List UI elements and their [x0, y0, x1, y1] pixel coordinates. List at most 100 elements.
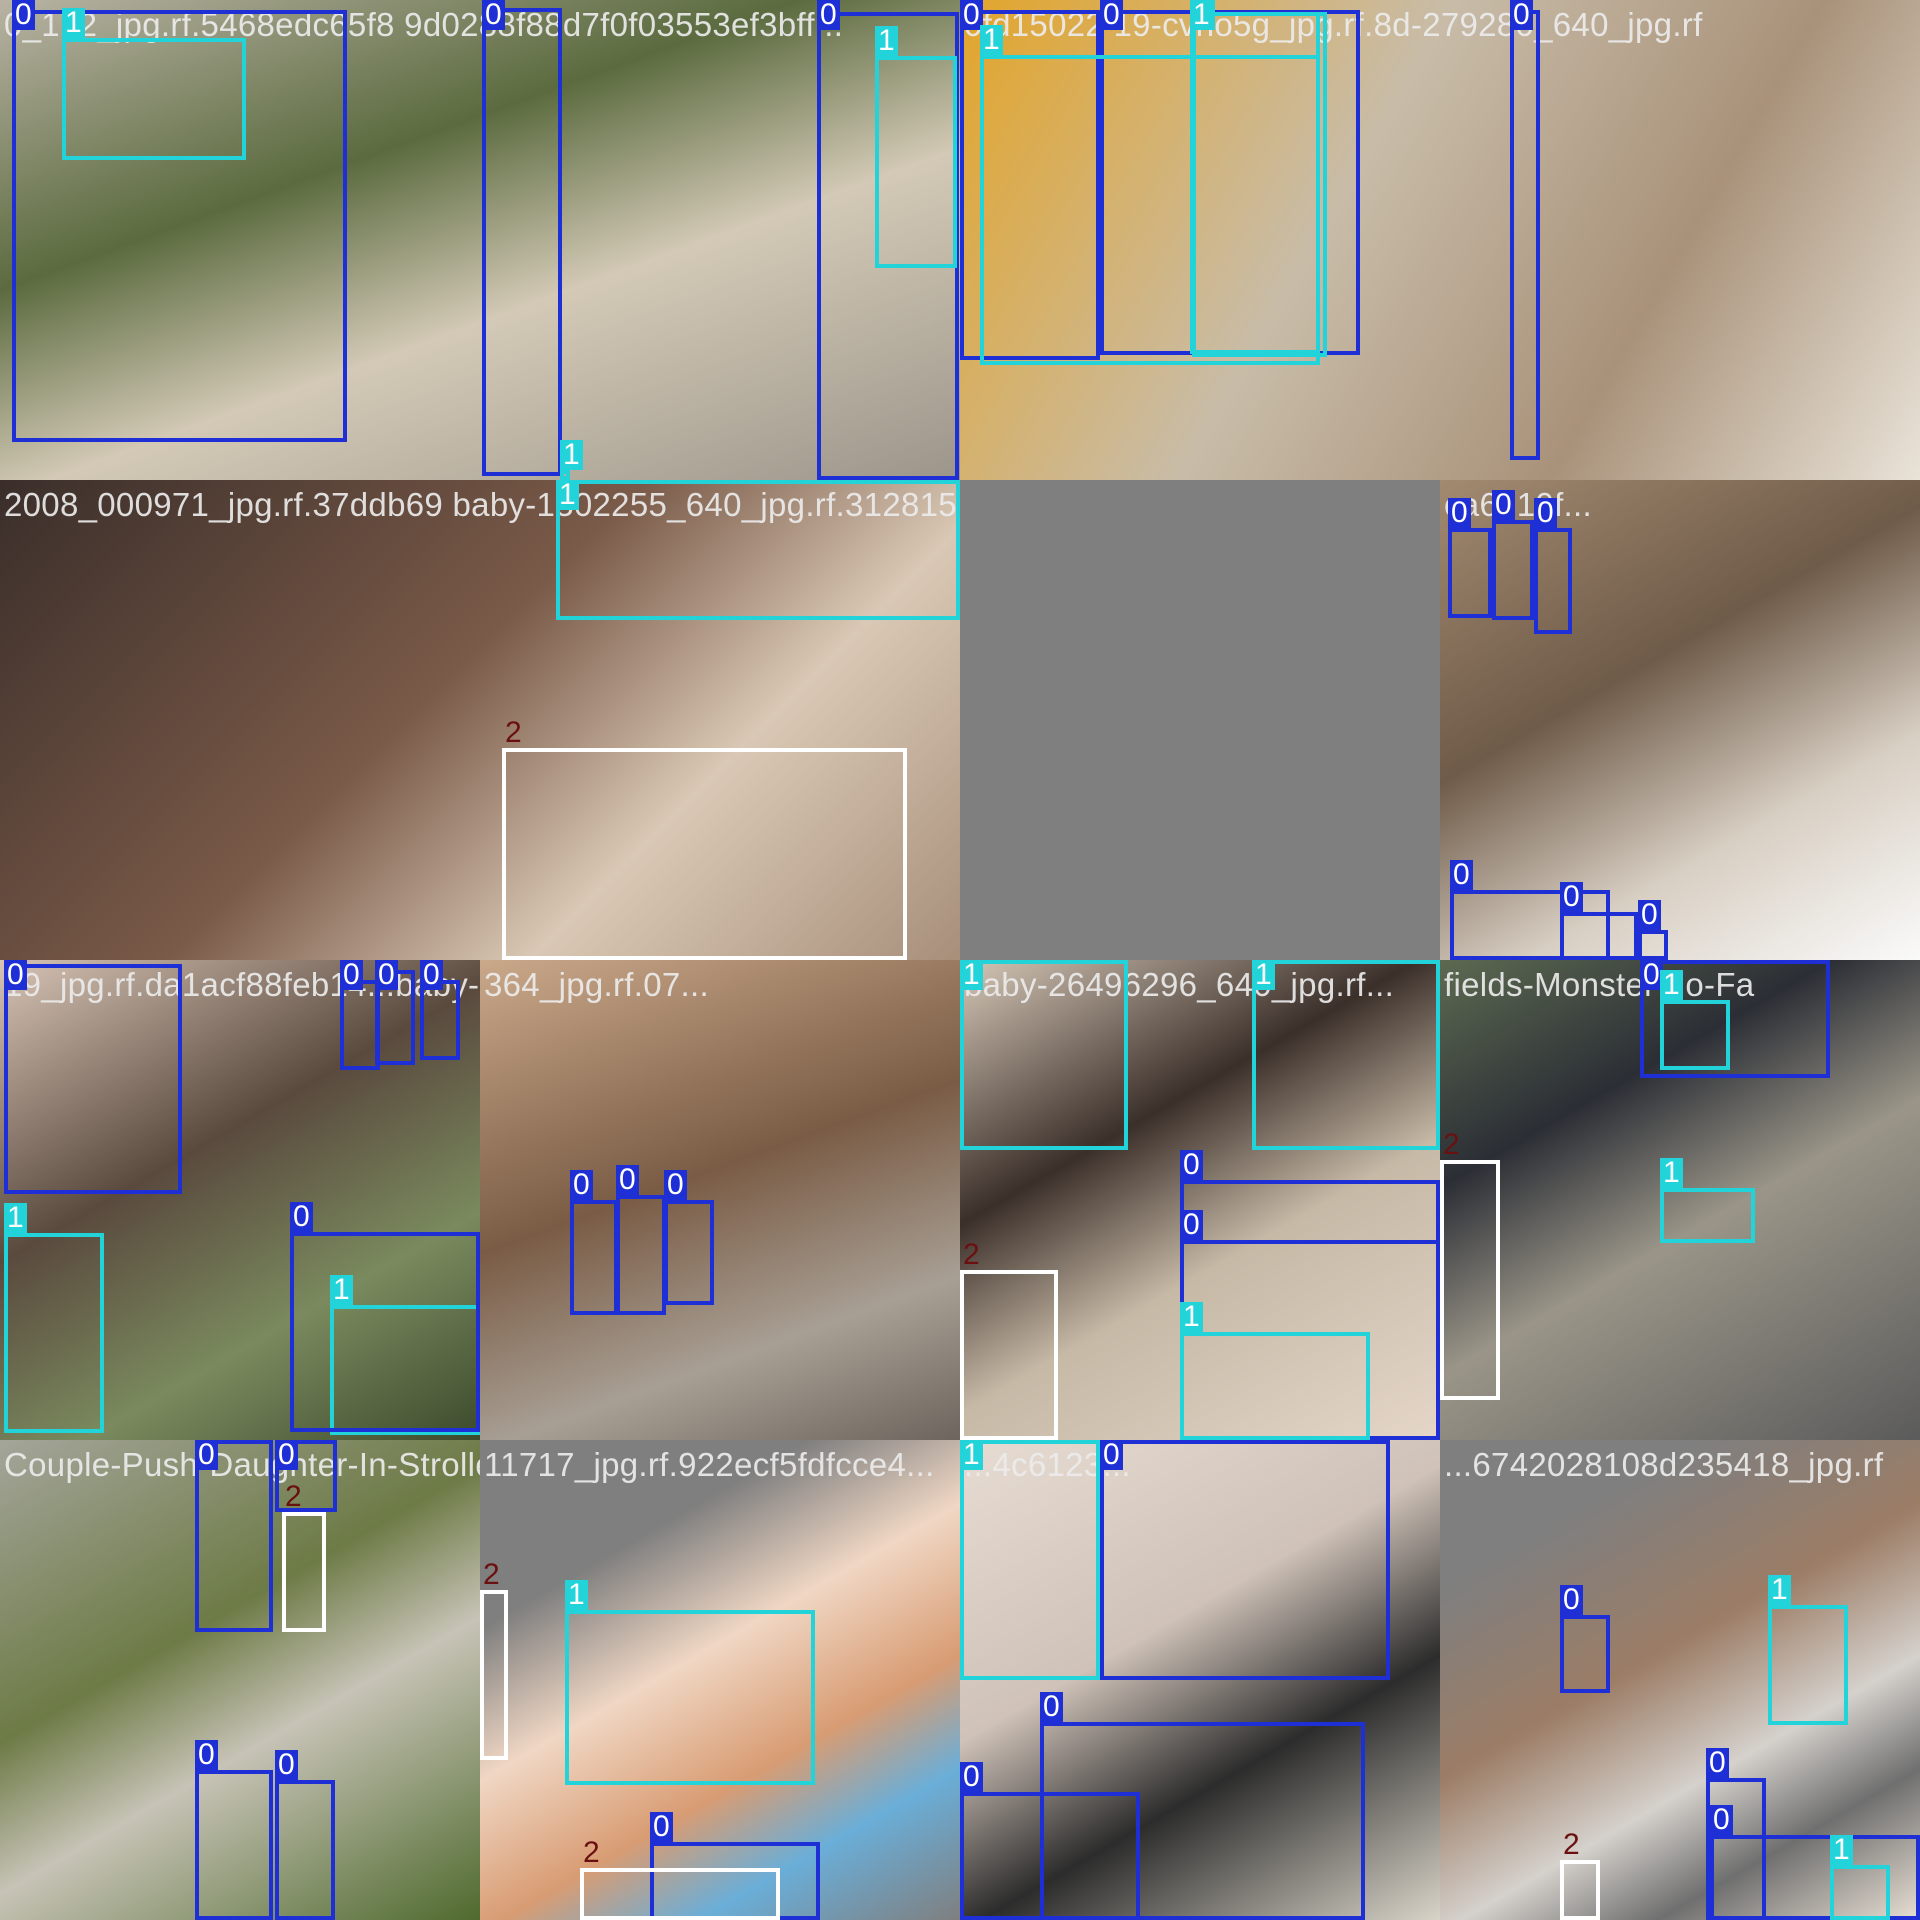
- class-label: 0: [1534, 498, 1557, 528]
- bounding-box: [1448, 528, 1492, 618]
- bounding-box: [62, 38, 246, 160]
- class-label: 1: [4, 1203, 27, 1233]
- mosaic-tile: 19_jpg.rf.da1acf88feb14...baby-2204157..…: [0, 960, 480, 1440]
- class-label: 1: [960, 960, 983, 990]
- bounding-box: [1492, 520, 1534, 620]
- class-label: 0: [375, 960, 398, 990]
- tile-filename: 11717_jpg.rf.922ecf5fdfcce4...: [484, 1446, 935, 1483]
- class-label: 2: [483, 1558, 500, 1591]
- class-label: 1: [62, 8, 85, 38]
- bounding-box: [960, 1440, 1100, 1680]
- bounding-box: [1560, 1615, 1610, 1693]
- mosaic-tile: baby-26496296_640_jpg.rf... 1102201: [960, 960, 1440, 1440]
- bounding-box: [1638, 930, 1668, 960]
- class-label: 0: [1040, 1692, 1063, 1722]
- class-label: 2: [963, 1238, 980, 1271]
- class-label: 0: [1492, 490, 1515, 520]
- bounding-box: [1534, 528, 1572, 634]
- class-label: 2: [505, 716, 522, 749]
- class-label: 0: [1560, 1585, 1583, 1615]
- bounding-box: [1830, 1865, 1890, 1920]
- bounding-box: [290, 1232, 480, 1432]
- tile-image: [480, 960, 960, 1440]
- bounding-box: [282, 1512, 326, 1632]
- mosaic-tile: ca6e10f... 000000: [1440, 480, 1920, 960]
- class-label: 1: [1252, 960, 1275, 990]
- class-label: 2: [1443, 1128, 1460, 1161]
- bounding-box: [875, 56, 957, 268]
- bounding-box: [1660, 1188, 1755, 1243]
- class-label: 0: [1638, 900, 1661, 930]
- class-label: 0: [1180, 1210, 1203, 1240]
- bounding-box: [580, 1868, 780, 1920]
- class-label: 0: [195, 1740, 218, 1770]
- class-label: 2: [1563, 1828, 1580, 1861]
- class-label: 0: [482, 0, 505, 30]
- mosaic-grid: 0_172_jpg.rf.5468edc65f8 9d0288f88d7f0f0…: [0, 0, 1920, 1920]
- mosaic-tile: 2008_000971_jpg.rf.37ddb69 baby-1302255_…: [0, 480, 960, 960]
- bounding-box: [1560, 912, 1638, 960]
- mosaic-tile: Couple-Push-Daughter-In-Stroller-Along-T…: [0, 1440, 480, 1920]
- mosaic-tile: 0fd15022 19-cvno5g_jpg.rf.8d-279280_640_…: [960, 0, 1920, 480]
- bounding-box: [1180, 1332, 1370, 1440]
- bounding-box: [195, 1770, 273, 1920]
- class-label: 1: [1768, 1575, 1791, 1605]
- class-label: 0: [650, 1812, 673, 1842]
- class-label: 1: [1830, 1835, 1853, 1865]
- mosaic-tile: ...4c6123... 1000: [960, 1440, 1440, 1920]
- class-label: 0: [195, 1440, 218, 1470]
- class-label: 0: [420, 960, 443, 990]
- class-label: 0: [275, 1750, 298, 1780]
- class-label: 0: [817, 0, 840, 30]
- class-label: 0: [275, 1440, 298, 1470]
- class-label: 0: [340, 960, 363, 990]
- mosaic-tile: 11717_jpg.rf.922ecf5fdfcce4... 2 1 0 2: [480, 1440, 960, 1920]
- bounding-box: [560, 470, 570, 480]
- class-label: 0: [1706, 1748, 1729, 1778]
- bounding-box: [960, 1792, 1140, 1920]
- class-label: 1: [1190, 0, 1213, 30]
- bounding-box: [960, 1270, 1058, 1440]
- bounding-box: [1510, 10, 1540, 460]
- bounding-box: [1768, 1605, 1848, 1725]
- class-label: 0: [1510, 0, 1533, 30]
- class-label: 0: [1100, 1440, 1123, 1470]
- tile-filename: 364_jpg.rf.07...: [484, 966, 709, 1003]
- mosaic-tile: fields-Monster-do-Fa 0121: [1440, 960, 1920, 1440]
- class-label: 0: [616, 1165, 639, 1195]
- class-label: 1: [1180, 1302, 1203, 1332]
- bounding-box: [570, 1200, 618, 1315]
- class-label: 1: [980, 25, 1003, 55]
- class-label: 0: [1448, 498, 1471, 528]
- mosaic-tile: 364_jpg.rf.07... 000: [480, 960, 960, 1440]
- class-label: 2: [285, 1480, 302, 1513]
- bounding-box: [275, 1780, 335, 1920]
- class-label: 0: [290, 1202, 313, 1232]
- class-label: 1: [556, 480, 579, 510]
- class-label: 0: [4, 960, 27, 990]
- bounding-box: [556, 480, 960, 620]
- class-label: 0: [1180, 1150, 1203, 1180]
- bounding-box: [616, 1195, 666, 1315]
- bounding-box: [4, 1233, 104, 1433]
- class-label: 1: [875, 26, 898, 56]
- class-label: 0: [1100, 0, 1123, 30]
- class-label: 2: [583, 1836, 600, 1869]
- class-label: 1: [560, 440, 583, 470]
- class-label: 0: [12, 0, 35, 30]
- mosaic-tile: ...6742028108d235418_jpg.rf 0 1 0 2 0 1: [1440, 1440, 1920, 1920]
- bounding-box: [4, 964, 182, 1194]
- class-label: 0: [664, 1170, 687, 1200]
- bounding-box: [420, 980, 460, 1060]
- class-label: 1: [1660, 970, 1683, 1000]
- class-label: 0: [1560, 882, 1583, 912]
- bounding-box: [1252, 960, 1440, 1150]
- bounding-box: [1660, 1000, 1730, 1070]
- class-label: 1: [565, 1580, 588, 1610]
- bounding-box: [565, 1610, 815, 1785]
- bounding-box: [980, 55, 1320, 365]
- class-label: 1: [960, 1440, 983, 1470]
- bounding-box: [480, 1590, 508, 1760]
- bounding-box: [502, 748, 907, 960]
- class-label: 0: [1450, 860, 1473, 890]
